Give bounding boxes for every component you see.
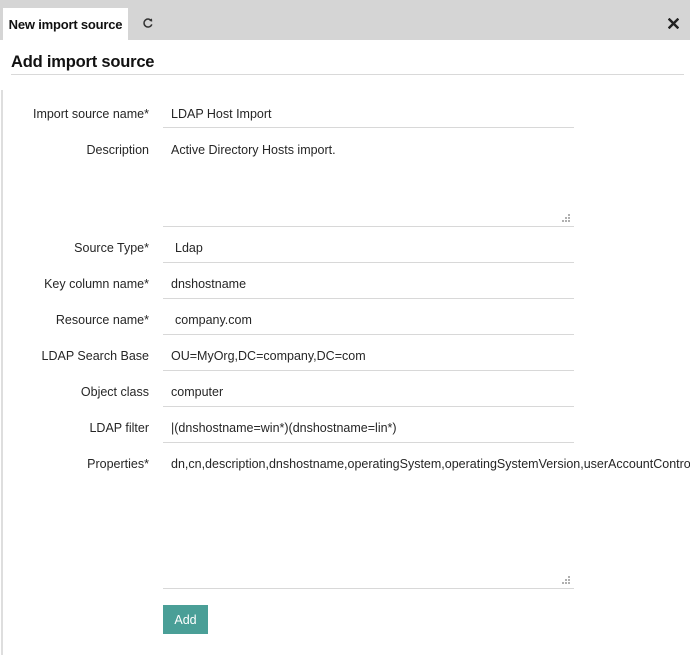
ldap-search-base-value: OU=MyOrg,DC=company,DC=com — [171, 349, 366, 363]
add-button[interactable]: Add — [163, 605, 208, 634]
refresh-button[interactable] — [138, 13, 158, 33]
form-left-border — [1, 90, 3, 655]
description-textarea[interactable]: Active Directory Hosts import. — [163, 138, 574, 227]
resource-name-select[interactable]: company.com — [163, 313, 574, 335]
resource-name-label: Resource name* — [55, 313, 149, 327]
import-source-name-input[interactable]: LDAP Host Import — [163, 107, 574, 128]
object-class-value: computer — [171, 385, 224, 399]
close-icon — [667, 17, 679, 29]
object-class-input[interactable]: computer — [163, 385, 574, 407]
properties-value: dn,cn,description,dnshostname,operatingS… — [171, 457, 690, 471]
resource-name-value: company.com — [175, 313, 252, 327]
key-column-name-input[interactable]: dnshostname — [163, 277, 574, 299]
resize-handle-icon[interactable] — [562, 576, 570, 584]
import-source-name-label: Import source name* — [32, 107, 149, 121]
properties-label: Properties* — [87, 457, 149, 471]
key-column-name-value: dnshostname — [171, 277, 247, 291]
source-type-select[interactable]: Ldap — [163, 241, 574, 263]
tab-new-import-source[interactable]: New import source — [3, 8, 128, 40]
key-column-name-label: Key column name* — [44, 277, 149, 291]
import-source-name-value: LDAP Host Import — [171, 107, 272, 121]
refresh-icon — [143, 18, 153, 28]
ldap-search-base-label: LDAP Search Base — [41, 349, 149, 363]
properties-textarea[interactable]: dn,cn,description,dnshostname,operatingS… — [163, 452, 690, 589]
page-title: Add import source — [11, 53, 155, 71]
heading-divider — [11, 74, 684, 75]
ldap-filter-input[interactable]: |(dnshostname=win*)(dnshostname=lin*) — [163, 421, 574, 443]
source-type-value: Ldap — [175, 241, 203, 255]
ldap-filter-label: LDAP filter — [89, 421, 149, 435]
object-class-label: Object class — [80, 385, 149, 399]
resize-handle-icon[interactable] — [562, 214, 570, 222]
close-button[interactable] — [664, 14, 682, 32]
description-label: Description — [86, 143, 149, 157]
ldap-filter-value: |(dnshostname=win*)(dnshostname=lin*) — [171, 421, 397, 435]
ldap-search-base-input[interactable]: OU=MyOrg,DC=company,DC=com — [163, 349, 574, 371]
description-value: Active Directory Hosts import. — [171, 143, 336, 157]
source-type-label: Source Type* — [74, 241, 149, 255]
tab-bar: New import source — [0, 0, 690, 40]
